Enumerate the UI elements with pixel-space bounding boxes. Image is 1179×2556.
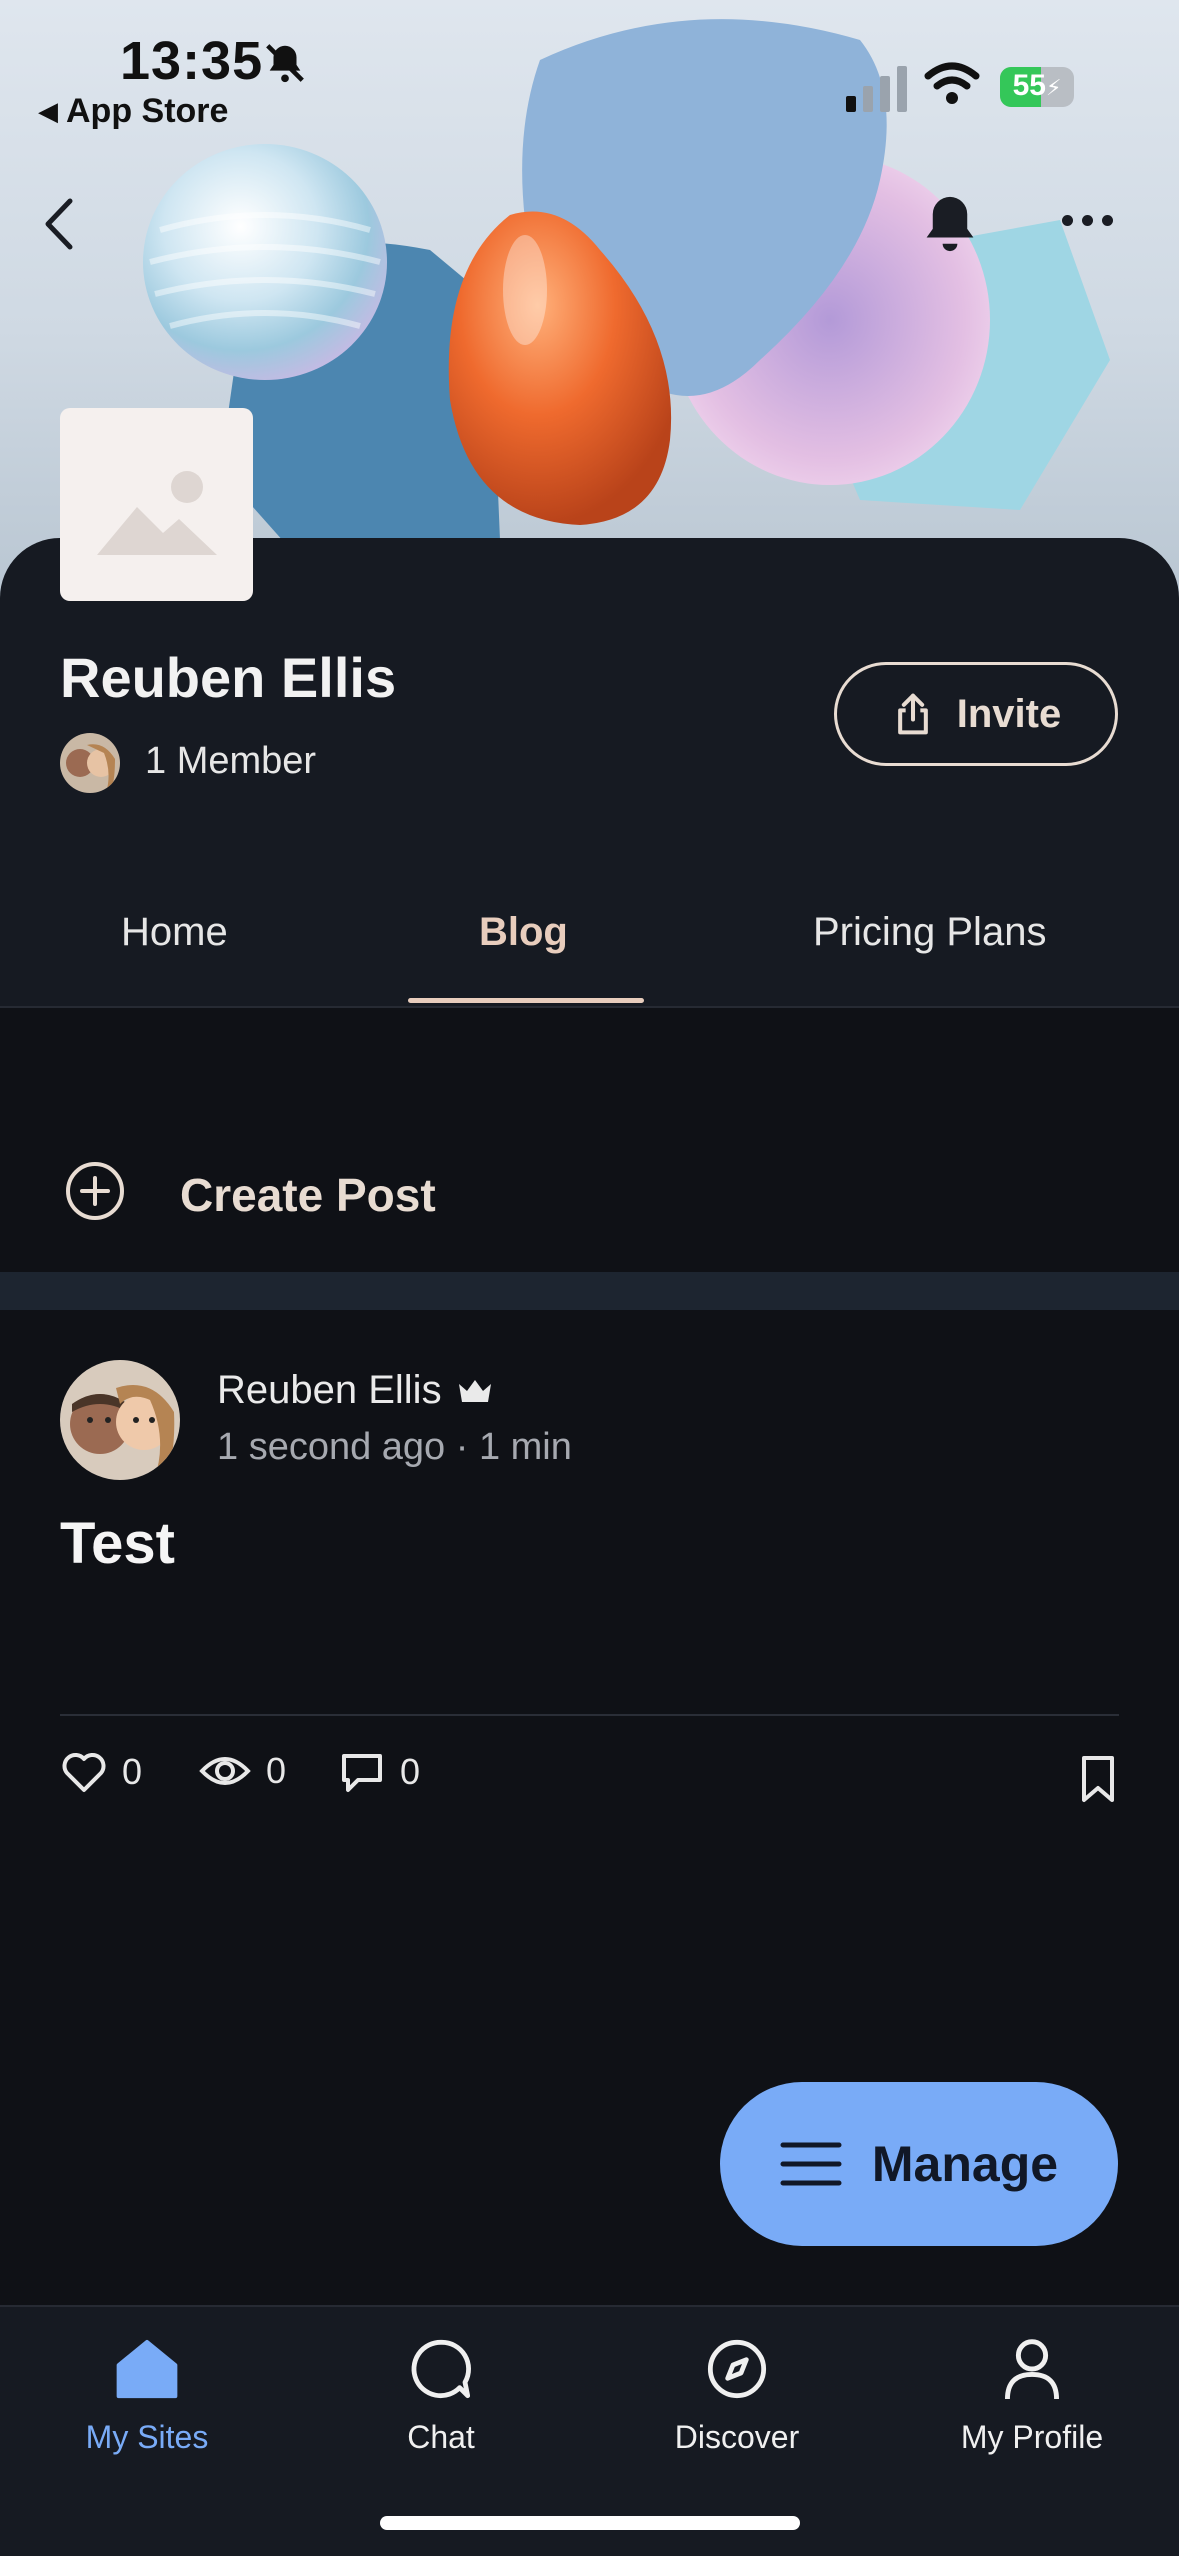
home-icon [116,2339,178,2399]
comments-count: 0 [400,1751,421,1792]
nav-label-chat: Chat [407,2419,475,2455]
eye-icon [199,1757,251,1785]
nav-label-discover: Discover [674,2419,800,2455]
wifi-icon [924,62,980,111]
manage-label: Manage [871,2136,1059,2192]
chevron-left-icon[interactable] [38,195,78,258]
site-name: Reuben Ellis [60,646,397,709]
back-triangle-icon: ◀ [38,96,58,126]
author-avatar[interactable] [60,1360,180,1480]
nav-label-my-profile: My Profile [960,2419,1104,2455]
more-icon[interactable] [1062,215,1113,226]
nav-my-sites[interactable]: My Sites [17,2329,277,2456]
app-store-label: App Store [66,92,229,130]
views-stat: 0 [198,1750,286,1792]
charging-bolt-icon: ⚡ [1045,75,1062,100]
invite-label: Invite [956,691,1062,736]
like-button[interactable]: 0 [60,1750,142,1794]
user-icon [1005,2339,1059,2400]
views-count: 0 [266,1750,287,1791]
nav-discover[interactable]: Discover [607,2329,867,2456]
back-to-app-store[interactable]: ◀ App Store [38,92,228,131]
battery-charging-icon: 55⚡ [1000,67,1074,107]
chat-icon [411,2339,471,2399]
post-meta: 1 second ago · 1 min [217,1426,572,1468]
like-count: 0 [122,1751,143,1792]
tab-pricing-plans[interactable]: Pricing Plans [813,910,1046,955]
status-time: 13:35 [120,31,264,91]
add-circle-icon [66,1162,124,1220]
site-tabs: Home Blog Pricing Plans [0,890,1179,1008]
nav-my-profile[interactable]: My Profile [902,2329,1162,2456]
nav-label-my-sites: My Sites [85,2419,209,2455]
battery-percent: 55 [1012,69,1046,102]
compass-icon [707,2339,767,2399]
member-count[interactable]: 1 Member [145,740,316,783]
site-logo-placeholder[interactable] [60,408,253,601]
author-name[interactable]: Reuben Ellis [217,1368,442,1413]
post-title[interactable]: Test [60,1510,175,1577]
bell-slash-icon [262,40,308,91]
crown-icon [458,1379,491,1402]
post-divider [60,1714,1119,1716]
image-placeholder-icon [96,470,217,555]
post-author: Reuben Ellis [217,1368,494,1413]
comments-button[interactable]: 0 [338,1750,420,1794]
share-icon [897,693,928,735]
tab-blog[interactable]: Blog [479,910,568,955]
heart-icon [62,1753,106,1792]
home-indicator[interactable] [380,2516,800,2530]
bookmark-icon[interactable] [1078,1754,1118,1809]
tab-home[interactable]: Home [121,910,228,955]
signal-icon [846,66,907,112]
invite-button[interactable]: Invite [834,662,1118,766]
bell-icon[interactable] [920,192,980,261]
create-post-row[interactable]: Create Post [0,1010,1179,1272]
member-avatar[interactable] [60,733,120,793]
nav-chat[interactable]: Chat [311,2329,571,2456]
menu-icon [780,2142,842,2186]
manage-button[interactable]: Manage [720,2082,1118,2246]
active-tab-indicator [408,998,644,1003]
section-divider [0,1272,1179,1310]
comment-icon [342,1754,382,1792]
create-post-label: Create Post [180,1169,436,1221]
